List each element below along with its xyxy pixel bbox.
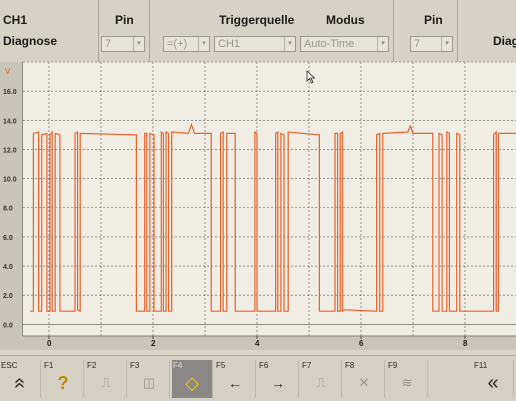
y-unit-label: V <box>5 67 11 76</box>
pin-group: Pin 7 ▾ <box>98 0 150 62</box>
y-tick-label: 4.0 <box>3 264 13 271</box>
function-key-f2[interactable]: F2 ⎍ <box>86 360 127 398</box>
diamond-icon: ◇ <box>185 373 199 393</box>
function-key-label: F9 <box>388 361 398 370</box>
x-tick-label: 0 <box>47 339 52 348</box>
pin-label: Pin <box>115 13 134 27</box>
pin2-label: Pin <box>424 13 443 27</box>
arrow-right-icon: → <box>271 375 285 391</box>
y-tick-label: 2.0 <box>3 293 13 300</box>
y-tick-label: 0.0 <box>3 322 13 329</box>
signal-trace <box>30 122 516 313</box>
function-key-f7[interactable]: F7 ⎍ <box>301 360 342 398</box>
y-tick-label: 6.0 <box>3 235 13 242</box>
oscilloscope-plot[interactable]: 0 2 4 6 8 V <box>5 61 516 348</box>
pin2-select-value: 7 <box>414 38 421 50</box>
x-tick-label: 4 <box>255 339 260 348</box>
chevron-down-icon: ▾ <box>198 37 209 51</box>
chevron-down-icon: ▾ <box>133 37 144 51</box>
function-key-f8[interactable]: F8 ✕ <box>344 360 385 398</box>
pin-select-value: 7 <box>105 38 112 50</box>
camera-icon: ◫ <box>142 375 156 390</box>
function-key-label: ESC <box>1 361 18 370</box>
modus-label: Modus <box>326 13 365 27</box>
function-key-f5[interactable]: F5 ← <box>215 360 256 398</box>
cursor-x-icon: ✕ <box>358 375 370 390</box>
function-key-esc[interactable]: ESC « <box>0 360 41 398</box>
mode-name-label: Diagnose <box>3 34 58 48</box>
trigger-edge-icon: ⎍ <box>101 375 111 390</box>
pin2-group: Pin 7 ▾ <box>393 0 458 62</box>
function-key-label: F3 <box>130 361 140 370</box>
trigger-slope-value: =(+) <box>167 38 188 50</box>
function-key-label: F4 <box>173 361 183 370</box>
modus-value: Auto-Time <box>304 38 355 50</box>
pin2-select[interactable]: 7 ▾ <box>410 36 453 52</box>
function-key-label: F11 <box>474 361 488 370</box>
mouse-pointer-icon <box>306 70 316 84</box>
function-key-label: F8 <box>345 361 355 370</box>
channel-label: CH1 <box>3 13 28 27</box>
function-key-f3[interactable]: F3 ◫ <box>129 360 170 398</box>
trigger-source-select[interactable]: CH1 ▾ <box>214 36 296 52</box>
y-tick-label: 14.0 <box>3 118 17 125</box>
diagnose-cut-label: Diag <box>493 34 516 48</box>
compare-icon: ≋ <box>401 375 413 390</box>
function-key-label: F2 <box>87 361 97 370</box>
function-key-f11[interactable]: F11 « <box>473 360 514 398</box>
channel-group: CH1 Diagnose <box>0 0 99 62</box>
function-key-label: F1 <box>44 361 54 370</box>
modus-select[interactable]: Auto-Time ▾ <box>300 36 389 52</box>
function-key-label: F7 <box>302 361 312 370</box>
pin-select[interactable]: 7 ▾ <box>101 36 145 52</box>
chevron-down-icon: ▾ <box>441 37 452 51</box>
y-axis-labels: 0.0 2.0 4.0 6.0 8.0 10.0 12.0 14.0 16.0 <box>3 89 17 329</box>
double-up-icon: « <box>9 377 31 389</box>
arrow-left-icon: ← <box>228 375 242 391</box>
edge-step-icon: ⎍ <box>316 375 326 390</box>
trigger-source-value: CH1 <box>218 38 241 50</box>
function-key-f1[interactable]: F1? <box>43 360 84 398</box>
function-key-bar: ESC «F1? F2 ⎍ F3 ◫ F4 ◇ F5 ← F6 → F7 ⎍ F8 ✕ F9 ≋ F11 « <box>0 355 516 401</box>
x-tick-label: 8 <box>463 339 468 348</box>
x-tick-label: 6 <box>359 339 364 348</box>
function-key-label: F6 <box>259 361 269 370</box>
help-icon: ? <box>57 373 69 393</box>
trigger-source-label: Triggerquelle <box>219 13 295 27</box>
trigger-group: Triggerquelle Modus =(+) ▾ CH1 ▾ Auto-Ti… <box>149 0 394 62</box>
function-key-f4[interactable]: F4 ◇ <box>172 360 213 398</box>
header-bar: CH1 Diagnose Pin 7 ▾ Triggerquelle Modus… <box>0 0 516 62</box>
x-tick-label: 2 <box>151 339 156 348</box>
y-tick-label: 8.0 <box>3 206 13 213</box>
oscilloscope-panel: 0.0 2.0 4.0 6.0 8.0 10.0 12.0 14.0 16.0 0 2 4 6 8 V <box>0 61 516 350</box>
double-left-icon: « <box>487 372 499 394</box>
chevron-down-icon: ▾ <box>284 37 295 51</box>
y-tick-label: 16.0 <box>3 89 17 96</box>
function-key-label: F5 <box>216 361 226 370</box>
chevron-down-icon: ▾ <box>377 37 388 51</box>
function-key-f9[interactable]: F9 ≋ <box>387 360 428 398</box>
y-tick-label: 10.0 <box>3 177 17 184</box>
y-tick-label: 12.0 <box>3 147 17 154</box>
trigger-slope-select[interactable]: =(+) ▾ <box>163 36 210 52</box>
function-key-f6[interactable]: F6 → <box>258 360 299 398</box>
